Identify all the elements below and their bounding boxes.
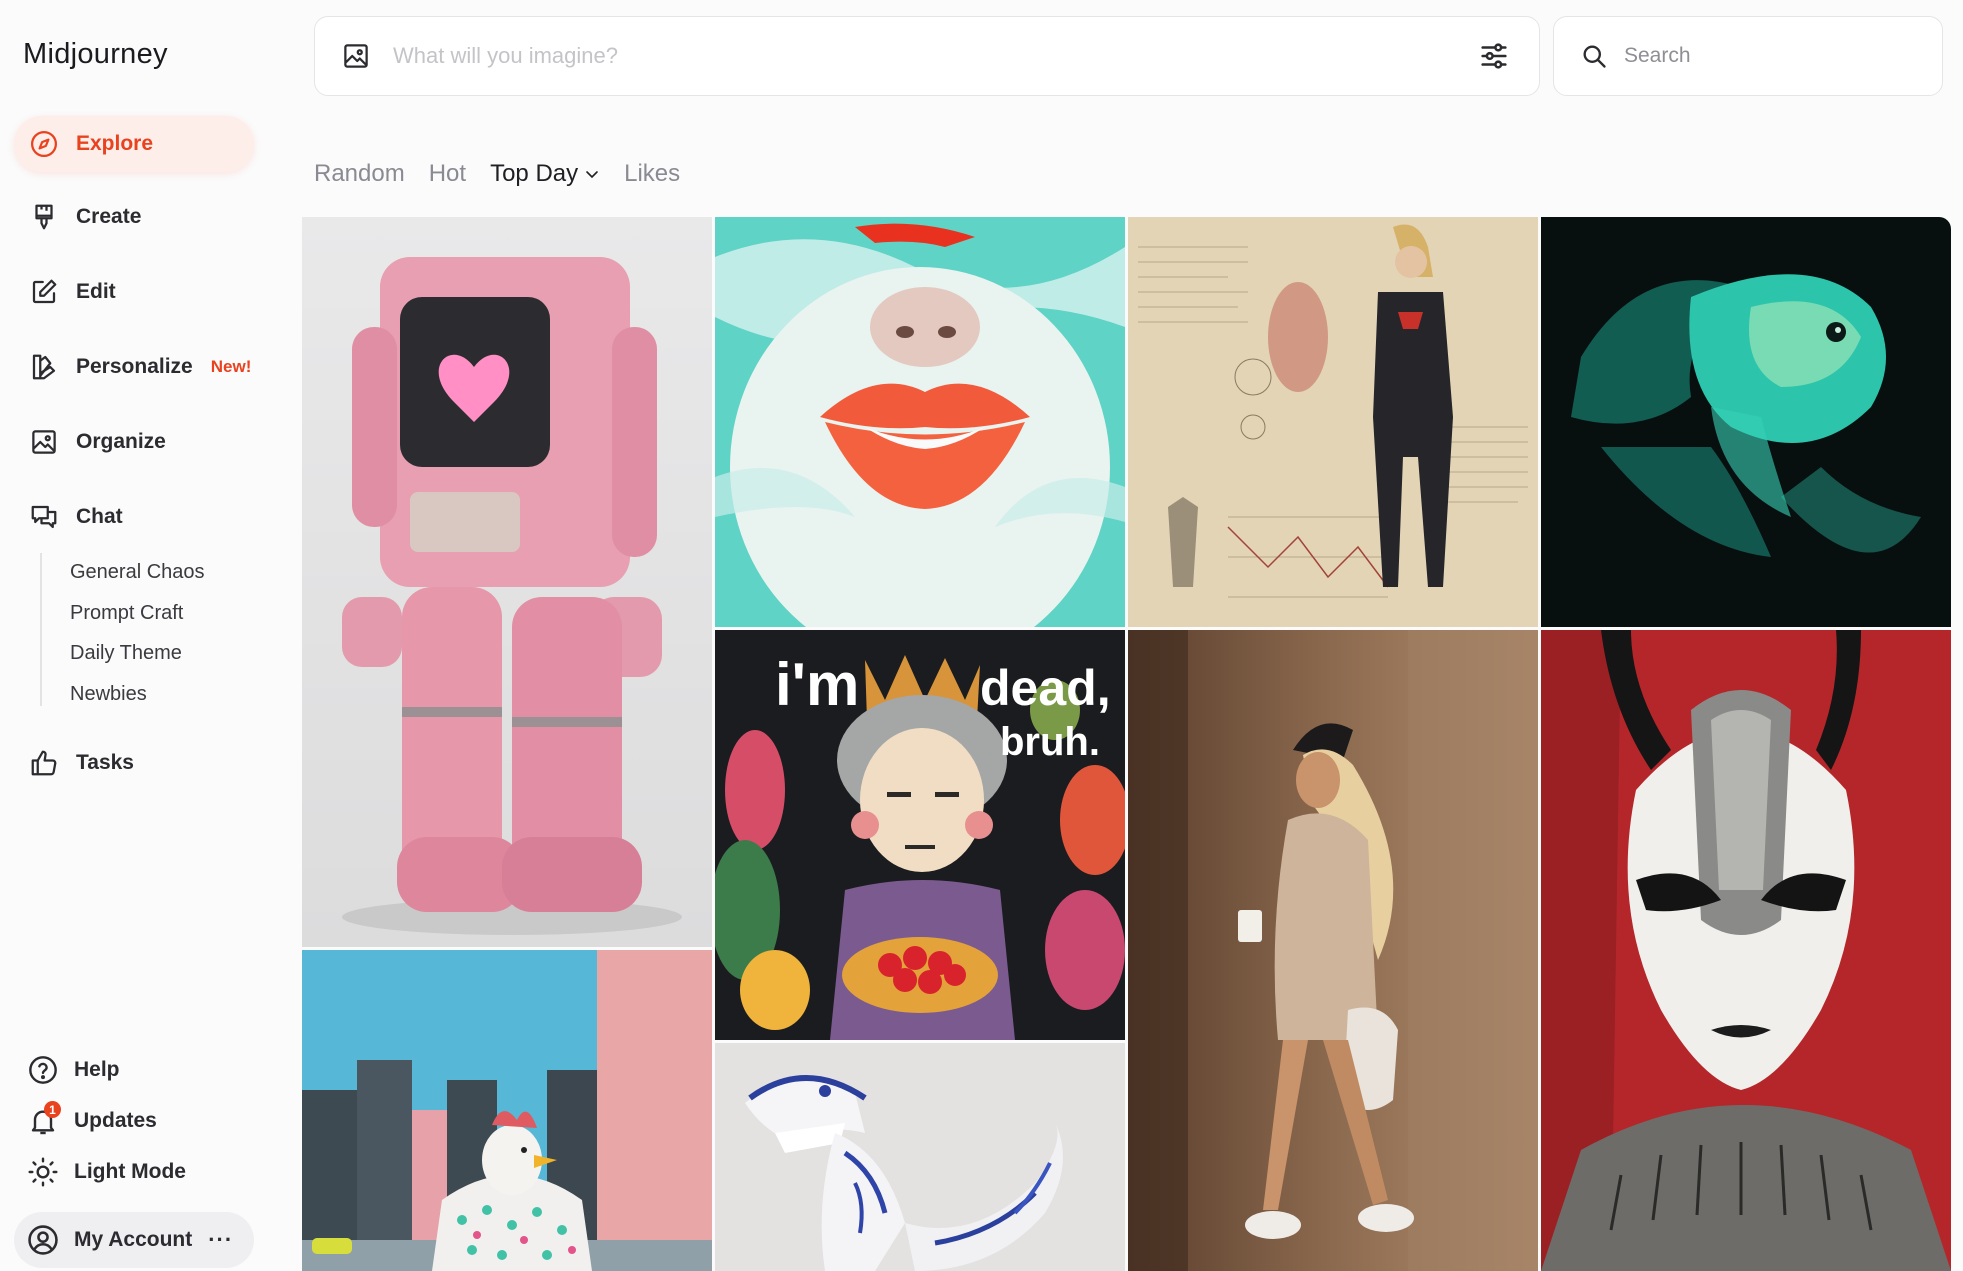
image-icon — [28, 426, 60, 458]
updates-link[interactable]: 1 Updates — [26, 1101, 157, 1138]
tab-top-day[interactable]: Top Day — [490, 160, 600, 188]
help-icon — [26, 1053, 60, 1087]
felt-text-bruh: bruh. — [1000, 720, 1100, 764]
nav-personalize[interactable]: Personalize New! — [14, 339, 254, 395]
personalize-icon — [28, 351, 60, 383]
gallery-tile-fashion-walk[interactable] — [1128, 630, 1538, 1271]
chat-icon — [28, 501, 60, 533]
gallery-tile-superhero-blueprint[interactable] — [1128, 217, 1538, 627]
search-icon — [1580, 42, 1608, 70]
nav-edit-label: Edit — [76, 280, 116, 303]
pink-robot-image — [302, 217, 712, 947]
search-input[interactable] — [1624, 44, 1942, 68]
sidebar: Midjourney Explore Create Edit Personali… — [0, 0, 280, 1271]
updates-count-badge: 1 — [44, 1101, 61, 1118]
imagine-bar[interactable] — [314, 16, 1540, 96]
nav-personalize-label: Personalize — [76, 355, 193, 378]
nav-edit[interactable]: Edit — [14, 264, 254, 320]
help-link[interactable]: Help — [26, 1053, 120, 1087]
nav-explore-label: Explore — [76, 132, 154, 155]
nav-organize-label: Organize — [76, 430, 166, 453]
gallery-tile-masked-warrior[interactable] — [1541, 630, 1951, 1271]
pastel-city-chicken-image — [302, 950, 712, 1271]
masked-warrior-image — [1541, 630, 1951, 1271]
chat-channel-daily-theme[interactable]: Daily Theme — [70, 642, 182, 665]
sun-icon — [26, 1155, 60, 1189]
new-badge: New! — [210, 357, 252, 376]
chevron-down-icon — [586, 171, 598, 179]
nav-chat[interactable]: Chat — [14, 489, 254, 545]
felt-text-dead: dead, — [980, 660, 1111, 716]
gallery-tile-pastel-chicken[interactable] — [302, 950, 712, 1271]
nav-tasks[interactable]: Tasks — [14, 735, 254, 791]
updates-label: Updates — [74, 1109, 157, 1132]
superhero-blueprint-image — [1128, 217, 1538, 627]
tab-top-day-label: Top Day — [490, 160, 579, 187]
nav-explore[interactable]: Explore — [14, 116, 254, 172]
more-options-icon[interactable]: ··· — [208, 1227, 233, 1253]
felt-queen-dead-bruh-image: i'm dead, bruh. — [715, 630, 1125, 1040]
light-mode-label: Light Mode — [74, 1160, 186, 1183]
gallery-tile-underwater-lips[interactable] — [715, 217, 1125, 627]
nav-chat-label: Chat — [76, 505, 123, 528]
light-mode-toggle[interactable]: Light Mode — [26, 1155, 186, 1189]
underwater-lips-image — [715, 217, 1125, 627]
gallery-tile-felt-queen[interactable]: i'm dead, bruh. — [715, 630, 1125, 1040]
feed-tabs: Random Hot Top Day Likes — [314, 160, 704, 188]
image-upload-icon[interactable] — [341, 41, 371, 71]
my-account-button[interactable]: My Account ··· — [14, 1212, 254, 1268]
nav-tasks-label: Tasks — [76, 751, 134, 774]
help-label: Help — [74, 1058, 120, 1081]
chat-channel-prompt-craft[interactable]: Prompt Craft — [70, 602, 183, 625]
compass-icon — [28, 128, 60, 160]
imagine-prompt-input[interactable] — [393, 43, 1477, 69]
gallery-tile-porcelain-dinosaur[interactable] — [715, 1043, 1125, 1271]
my-account-label: My Account — [74, 1228, 193, 1251]
page: Midjourney Explore Create Edit Personali… — [0, 0, 1963, 1271]
user-circle-icon — [26, 1223, 60, 1257]
chat-channel-newbies[interactable]: Newbies — [70, 683, 147, 706]
chat-tree-line — [40, 553, 42, 706]
nav-create[interactable]: Create — [14, 189, 254, 245]
glowing-betta-fish-image — [1541, 217, 1951, 627]
nav-organize[interactable]: Organize — [14, 414, 254, 470]
thumbs-up-icon — [28, 747, 60, 779]
tab-likes[interactable]: Likes — [624, 160, 680, 188]
porcelain-dinosaur-image — [715, 1043, 1125, 1271]
felt-text-im: i'm — [775, 651, 859, 718]
edit-icon — [28, 276, 60, 308]
tab-random[interactable]: Random — [314, 160, 405, 188]
nav-create-label: Create — [76, 205, 142, 228]
bell-icon: 1 — [26, 1101, 61, 1138]
search-bar[interactable] — [1553, 16, 1943, 96]
tab-hot[interactable]: Hot — [429, 160, 466, 188]
gallery-tile-betta-fish[interactable] — [1541, 217, 1951, 627]
fashion-walk-coffee-image — [1128, 630, 1538, 1271]
chat-channel-general-chaos[interactable]: General Chaos — [70, 561, 205, 584]
app-logo[interactable]: Midjourney — [23, 38, 168, 71]
brush-icon — [28, 201, 60, 233]
gallery-tile-pink-robot[interactable] — [302, 217, 712, 947]
settings-sliders-icon[interactable] — [1477, 39, 1511, 73]
